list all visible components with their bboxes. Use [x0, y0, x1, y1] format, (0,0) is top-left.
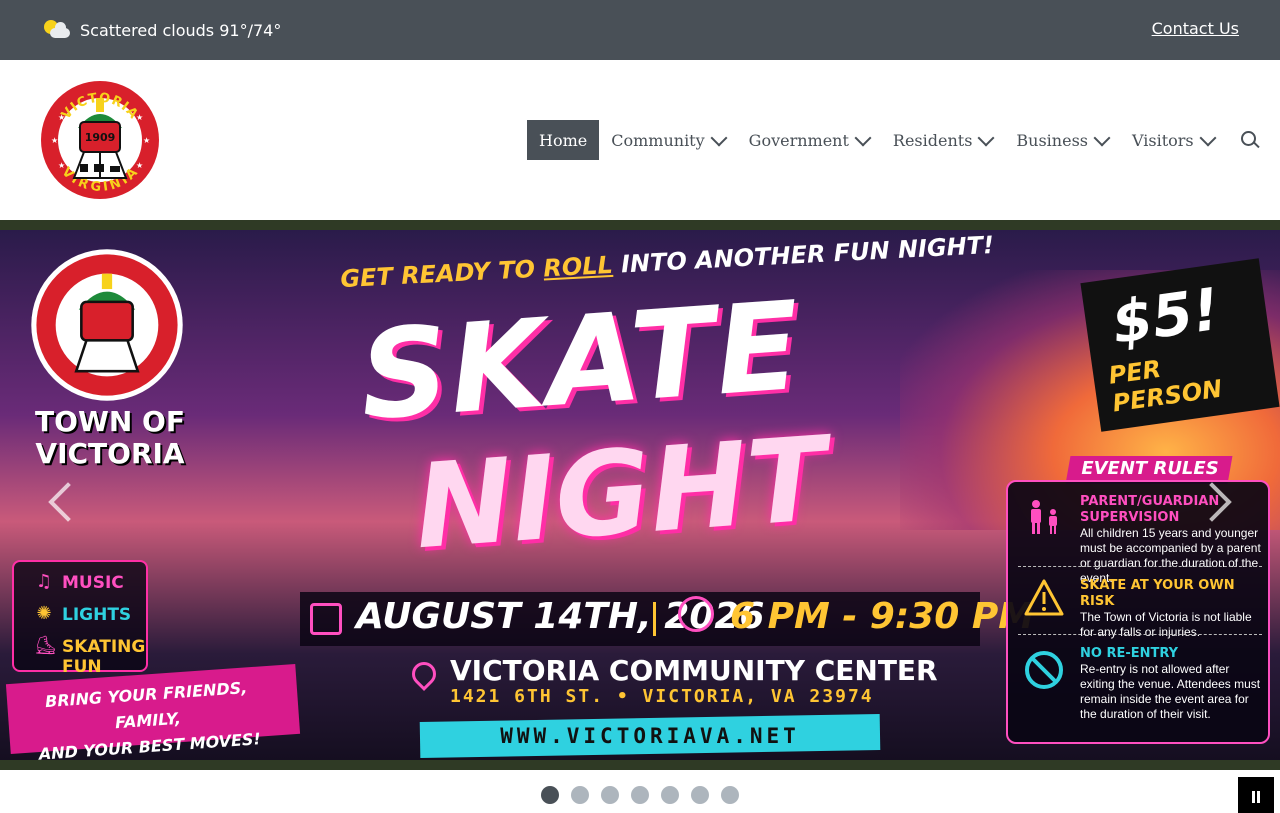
site-header: VICTORIA VIRGINIA ★ ★ ★ ★ ★ ★ 1909 Home Com… — [0, 60, 1280, 220]
warning-icon — [1024, 579, 1064, 616]
slide-dot-5[interactable] — [661, 786, 679, 804]
slide-dot-3[interactable] — [601, 786, 619, 804]
calendar-icon — [310, 603, 342, 635]
svg-text:★: ★ — [58, 161, 65, 170]
rule-own-risk-body: The Town of Victoria is not liable for a… — [1080, 610, 1252, 639]
location-pin-icon — [407, 657, 441, 691]
feature-list: ♫ MUSIC ✺ LIGHTS ⛸ SKATING FUN — [12, 560, 148, 677]
chevron-down-icon — [710, 129, 728, 147]
town-seal-logo[interactable]: VICTORIA VIRGINIA ★ ★ ★ ★ ★ ★ 1909 — [40, 80, 160, 200]
nav-visitors-label: Visitors — [1132, 130, 1194, 150]
town-line-2: VICTORIA — [35, 437, 185, 470]
rule-divider — [1018, 634, 1262, 635]
search-icon[interactable] — [1240, 130, 1260, 150]
nav-residents-label: Residents — [892, 130, 973, 150]
nav-home[interactable]: Home — [527, 120, 600, 160]
slide-dot-2[interactable] — [571, 786, 589, 804]
svg-text:★: ★ — [58, 113, 65, 122]
rule-no-reentry: NO RE-ENTRY Re-entry is not allowed afte… — [1080, 646, 1264, 722]
event-time: 6 PM - 9:30 PM — [730, 596, 1035, 637]
event-url: WWW.VICTORIAVA.NET — [500, 724, 800, 748]
svg-text:★: ★ — [136, 113, 143, 122]
top-bar: Scattered clouds 91°/74° Contact Us — [0, 0, 1280, 60]
hero-slider: TOWN OF VICTORIA GET READY TO ROLL INTO … — [0, 220, 1280, 770]
nav-business-label: Business — [1016, 130, 1088, 150]
nav-government-label: Government — [748, 130, 849, 150]
rule-divider — [1018, 566, 1262, 567]
no-entry-icon — [1025, 651, 1063, 689]
svg-text:★: ★ — [143, 136, 150, 145]
tagline-roll: ROLL — [542, 250, 614, 283]
event-address: 1421 6TH ST. • VICTORIA, VA 23974 — [450, 686, 874, 707]
contact-us-link[interactable]: Contact Us — [1152, 19, 1239, 38]
chevron-down-icon — [854, 129, 872, 147]
slide-dot-4[interactable] — [631, 786, 649, 804]
rule-own-risk: SKATE AT YOUR OWN RISK The Town of Victo… — [1080, 578, 1264, 640]
nav-community[interactable]: Community — [599, 120, 736, 160]
svg-text:★: ★ — [136, 161, 143, 170]
family-icon — [1031, 500, 1057, 534]
chevron-down-icon — [1199, 129, 1217, 147]
rule-no-reentry-title: NO RE-ENTRY — [1080, 646, 1179, 661]
nav-residents[interactable]: Residents — [881, 120, 1005, 160]
slide-dot-6[interactable] — [691, 786, 709, 804]
date-time-divider — [653, 602, 656, 636]
feature-skating: SKATING FUN — [62, 637, 146, 677]
slider-pagination — [541, 786, 751, 804]
nav-community-label: Community — [611, 130, 705, 150]
town-line-1: TOWN OF — [35, 405, 185, 438]
lightbulb-icon: ✺ — [36, 603, 52, 624]
nav-visitors[interactable]: Visitors — [1120, 120, 1226, 160]
rule-no-reentry-body: Re-entry is not allowed after exiting th… — [1080, 662, 1261, 721]
chevron-down-icon — [977, 129, 995, 147]
slide-title-night: NIGHT — [410, 411, 831, 576]
rule-supervision-body: All children 15 years and younger must b… — [1080, 526, 1261, 585]
logo-year: 1909 — [85, 131, 116, 144]
roller-skate-icon: ⛸ — [34, 635, 57, 656]
rule-supervision-title: PARENT/GUARDIAN SUPERVISION — [1080, 494, 1220, 525]
clock-icon — [678, 596, 714, 632]
weather-text: Scattered clouds 91°/74° — [80, 20, 282, 40]
weather-widget: Scattered clouds 91°/74° — [44, 16, 281, 44]
music-note-icon: ♫ — [35, 571, 53, 592]
nav-business[interactable]: Business — [1004, 120, 1120, 160]
previous-slide-arrow-icon[interactable] — [48, 482, 88, 522]
feature-lights: LIGHTS — [62, 605, 132, 625]
svg-text:★: ★ — [51, 136, 58, 145]
slide-town-name: TOWN OF VICTORIA — [30, 406, 190, 470]
feature-music: MUSIC — [62, 573, 124, 593]
slide-dot-7[interactable] — [721, 786, 739, 804]
slide-skate-night[interactable]: TOWN OF VICTORIA GET READY TO ROLL INTO … — [0, 230, 1280, 760]
partly-cloudy-icon — [44, 18, 72, 42]
event-rules-panel: PARENT/GUARDIAN SUPERVISION All children… — [1006, 480, 1270, 744]
slide-dot-1[interactable] — [541, 786, 559, 804]
pause-slider-icon[interactable] — [1238, 777, 1274, 813]
nav-government[interactable]: Government — [737, 120, 881, 160]
nav-home-label: Home — [539, 130, 588, 150]
rules-title: EVENT RULES — [1081, 458, 1219, 479]
tagline-part-a: GET READY TO — [339, 254, 545, 294]
slide-town-seal — [31, 249, 183, 401]
rule-supervision: PARENT/GUARDIAN SUPERVISION All children… — [1080, 494, 1264, 586]
event-venue: VICTORIA COMMUNITY CENTER — [450, 654, 938, 687]
chevron-down-icon — [1093, 129, 1111, 147]
rule-own-risk-title: SKATE AT YOUR OWN RISK — [1080, 578, 1235, 609]
main-nav: Home Community Government Residents Busi… — [527, 120, 1260, 160]
